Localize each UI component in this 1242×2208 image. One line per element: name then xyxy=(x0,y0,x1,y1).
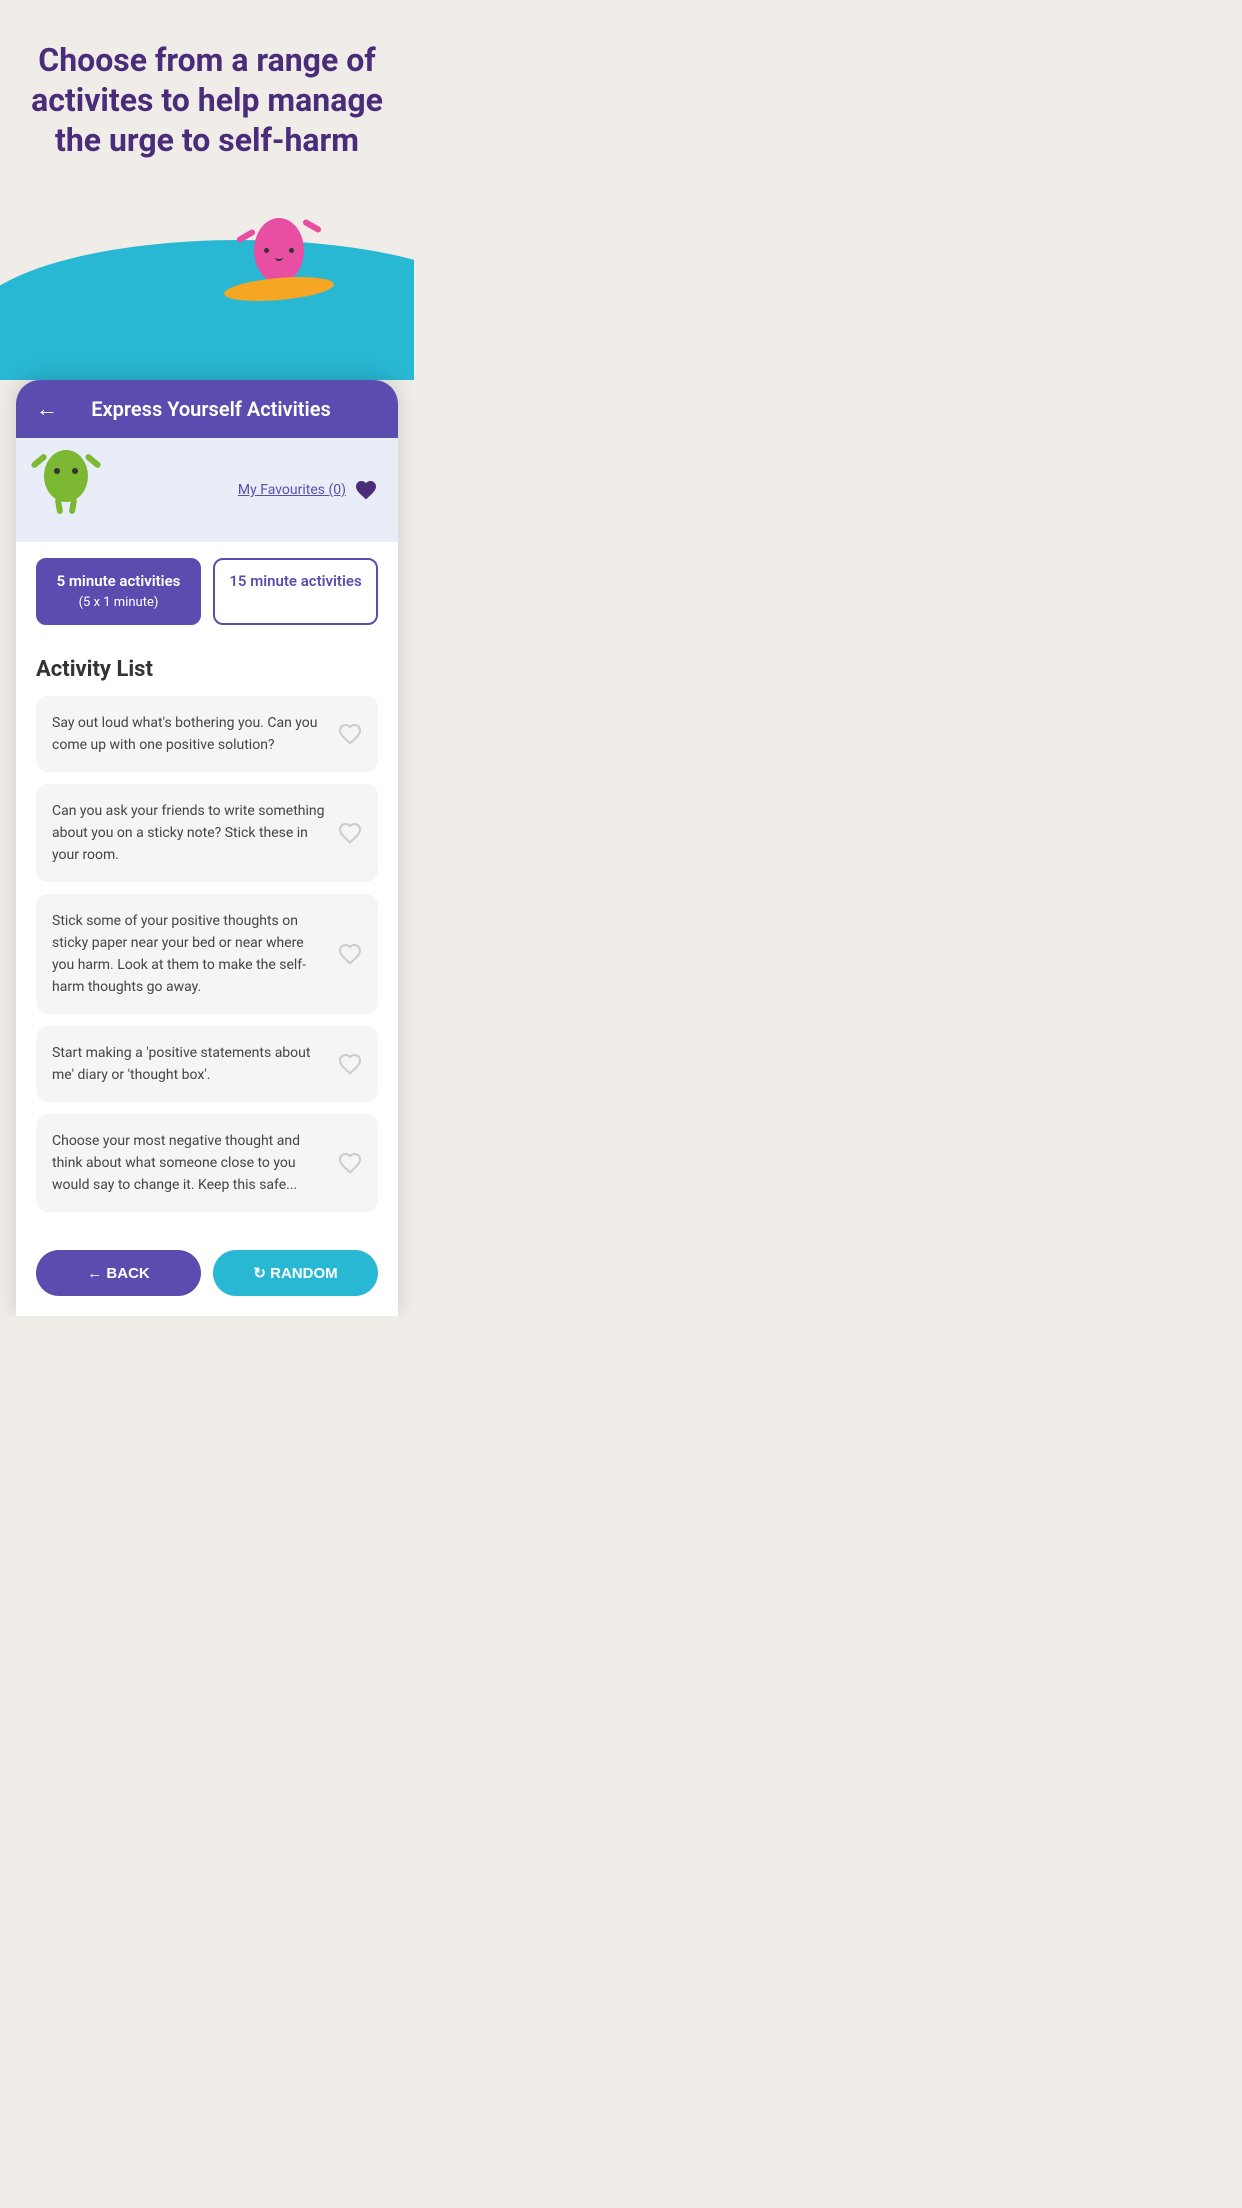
surfer-mouth xyxy=(275,257,283,261)
green-eye-right xyxy=(72,468,78,474)
activity-list-title: Activity List xyxy=(36,657,378,682)
favourites-bar: My Favourites (0) xyxy=(16,438,398,542)
app-header-title: Express Yourself Activities xyxy=(74,397,378,421)
activity-list-section: Activity List Say out loud what's bother… xyxy=(16,641,398,1240)
heart-outline-icon xyxy=(338,722,362,746)
tab-5-minute[interactable]: 5 minute activities (5 x 1 minute) xyxy=(36,558,201,625)
tab-5-minute-sublabel: (5 x 1 minute) xyxy=(79,595,159,610)
surfer-character xyxy=(224,218,334,300)
surfer-eye-right xyxy=(289,248,294,253)
bottom-bar: ← BACK ↻ RANDOM xyxy=(16,1240,398,1316)
heart-favourite-button[interactable] xyxy=(336,720,364,748)
page-wrapper: Choose from a range of activites to help… xyxy=(0,0,414,1316)
back-arrow-icon[interactable]: ← xyxy=(36,396,58,422)
tab-row: 5 minute activities (5 x 1 minute) 15 mi… xyxy=(16,542,398,641)
activity-card[interactable]: Can you ask your friends to write someth… xyxy=(36,784,378,882)
green-leg-left xyxy=(55,498,64,515)
heart-outline-icon xyxy=(338,821,362,845)
heart-outline-icon xyxy=(338,1052,362,1076)
hero-title: Choose from a range of activites to help… xyxy=(30,40,384,160)
surfer-body xyxy=(254,218,304,283)
favourites-link[interactable]: My Favourites (0) xyxy=(238,478,378,502)
heart-favourite-button[interactable] xyxy=(336,1050,364,1078)
blue-wave xyxy=(0,240,414,380)
heart-favourite-button[interactable] xyxy=(336,940,364,968)
activity-cards-container: Say out loud what's bothering you. Can y… xyxy=(36,696,378,1212)
bottom-random-button[interactable]: ↻ RANDOM xyxy=(213,1250,378,1296)
surfer-arm-left xyxy=(236,228,256,243)
activity-card-text: Say out loud what's bothering you. Can y… xyxy=(52,715,318,753)
surfer-eye-left xyxy=(264,248,269,253)
green-eye-left xyxy=(54,468,60,474)
illustration-area xyxy=(30,180,384,380)
hero-section: Choose from a range of activites to help… xyxy=(0,0,414,380)
activity-card-text: Start making a 'positive statements abou… xyxy=(52,1045,310,1083)
app-header: ← Express Yourself Activities xyxy=(16,380,398,438)
activity-card[interactable]: Stick some of your positive thoughts on … xyxy=(36,894,378,1014)
favourites-label: My Favourites (0) xyxy=(238,482,346,498)
heart-favourite-button[interactable] xyxy=(336,1149,364,1177)
green-leg-right xyxy=(69,498,78,515)
tab-15-minute-label: 15 minute activities xyxy=(229,572,361,590)
heart-outline-icon xyxy=(338,1151,362,1175)
surfer-arm-right xyxy=(302,218,322,233)
green-arm-left xyxy=(30,453,48,469)
activity-card-text: Choose your most negative thought and th… xyxy=(52,1133,300,1193)
tab-15-minute[interactable]: 15 minute activities xyxy=(213,558,378,625)
heart-filled-icon xyxy=(354,478,378,502)
activity-card[interactable]: Choose your most negative thought and th… xyxy=(36,1114,378,1212)
heart-outline-icon xyxy=(338,942,362,966)
bottom-back-button[interactable]: ← BACK xyxy=(36,1250,201,1296)
activity-card[interactable]: Start making a 'positive statements abou… xyxy=(36,1026,378,1102)
green-mascot xyxy=(36,450,96,530)
heart-favourite-button[interactable] xyxy=(336,819,364,847)
green-arm-right xyxy=(84,453,102,469)
activity-card-text: Stick some of your positive thoughts on … xyxy=(52,913,306,995)
green-body xyxy=(44,450,88,502)
phone-mockup: ← Express Yourself Activities My Favouri… xyxy=(16,380,398,1316)
tab-5-minute-label: 5 minute activities xyxy=(57,572,181,590)
activity-card[interactable]: Say out loud what's bothering you. Can y… xyxy=(36,696,378,772)
activity-card-text: Can you ask your friends to write someth… xyxy=(52,803,325,863)
